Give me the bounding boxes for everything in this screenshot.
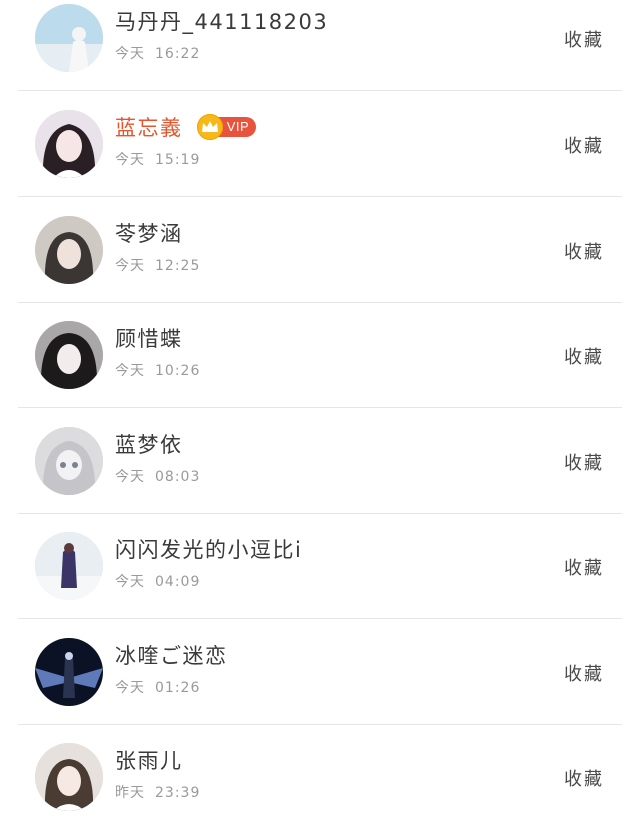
- timestamp-time: 16:22: [155, 46, 201, 62]
- avatar[interactable]: [35, 216, 103, 284]
- avatar[interactable]: [35, 110, 103, 178]
- vip-badge: VIP: [196, 114, 257, 140]
- timestamp-time: 12:25: [155, 258, 201, 274]
- favorite-button[interactable]: 收藏: [564, 26, 604, 52]
- timestamp-day: 今天: [115, 680, 145, 696]
- divider: [18, 90, 622, 91]
- user-name: 张雨儿: [115, 749, 183, 773]
- list-item[interactable]: 苓梦涵 今天 12:25 收藏: [0, 198, 640, 303]
- favorite-button[interactable]: 收藏: [564, 132, 604, 158]
- user-name-text: 蓝忘義: [115, 116, 183, 140]
- timestamp-time: 23:39: [155, 785, 201, 801]
- favorites-list: 马丹丹_441118203 今天 16:22 收藏 蓝忘義 VIP 今天 15:…: [0, 0, 640, 826]
- favorite-button[interactable]: 收藏: [564, 660, 604, 686]
- avatar[interactable]: [35, 427, 103, 495]
- timestamp-day: 今天: [115, 258, 145, 274]
- list-item[interactable]: 张雨儿 昨天 23:39 收藏: [0, 725, 640, 830]
- list-item[interactable]: 冰喹ご迷恋 今天 01:26 收藏: [0, 620, 640, 725]
- favorite-button[interactable]: 收藏: [564, 238, 604, 264]
- favorite-button[interactable]: 收藏: [564, 449, 604, 475]
- timestamp: 今天 08:03: [115, 466, 200, 486]
- list-item[interactable]: 顾惜蝶 今天 10:26 收藏: [0, 303, 640, 408]
- list-item[interactable]: 马丹丹_441118203 今天 16:22 收藏: [0, 0, 640, 91]
- timestamp-time: 10:26: [155, 363, 201, 379]
- timestamp-day: 今天: [115, 152, 145, 168]
- avatar[interactable]: [35, 4, 103, 72]
- timestamp-day: 昨天: [115, 785, 145, 801]
- divider: [18, 618, 622, 619]
- favorite-button[interactable]: 收藏: [564, 765, 604, 791]
- favorite-button[interactable]: 收藏: [564, 554, 604, 580]
- timestamp-time: 08:03: [155, 469, 201, 485]
- timestamp: 今天 12:25: [115, 255, 200, 275]
- timestamp-time: 01:26: [155, 680, 201, 696]
- user-name: 蓝忘義 VIP: [115, 112, 257, 142]
- user-name: 蓝梦依: [115, 433, 183, 457]
- avatar[interactable]: [35, 743, 103, 811]
- favorite-button[interactable]: 收藏: [564, 343, 604, 369]
- crown-icon: [196, 114, 223, 140]
- timestamp: 昨天 23:39: [115, 782, 200, 802]
- list-item[interactable]: 蓝梦依 今天 08:03 收藏: [0, 409, 640, 514]
- timestamp: 今天 01:26: [115, 677, 200, 697]
- list-item[interactable]: 闪闪发光的小逗比i 今天 04:09 收藏: [0, 514, 640, 619]
- list-item[interactable]: 蓝忘義 VIP 今天 15:19 收藏: [0, 92, 640, 197]
- timestamp-day: 今天: [115, 46, 145, 62]
- timestamp: 今天 15:19: [115, 149, 200, 169]
- timestamp-day: 今天: [115, 469, 145, 485]
- user-name: 马丹丹_441118203: [115, 10, 329, 34]
- avatar[interactable]: [35, 532, 103, 600]
- timestamp-time: 15:19: [155, 152, 201, 168]
- timestamp-day: 今天: [115, 363, 145, 379]
- timestamp-day: 今天: [115, 574, 145, 590]
- avatar[interactable]: [35, 321, 103, 389]
- user-name: 闪闪发光的小逗比i: [115, 538, 303, 562]
- user-name: 顾惜蝶: [115, 327, 183, 351]
- user-name: 冰喹ご迷恋: [115, 644, 228, 668]
- divider: [18, 196, 622, 197]
- timestamp: 今天 16:22: [115, 43, 200, 63]
- user-name: 苓梦涵: [115, 222, 183, 246]
- avatar[interactable]: [35, 638, 103, 706]
- divider: [18, 407, 622, 408]
- timestamp: 今天 04:09: [115, 571, 200, 591]
- timestamp: 今天 10:26: [115, 360, 200, 380]
- timestamp-time: 04:09: [155, 574, 201, 590]
